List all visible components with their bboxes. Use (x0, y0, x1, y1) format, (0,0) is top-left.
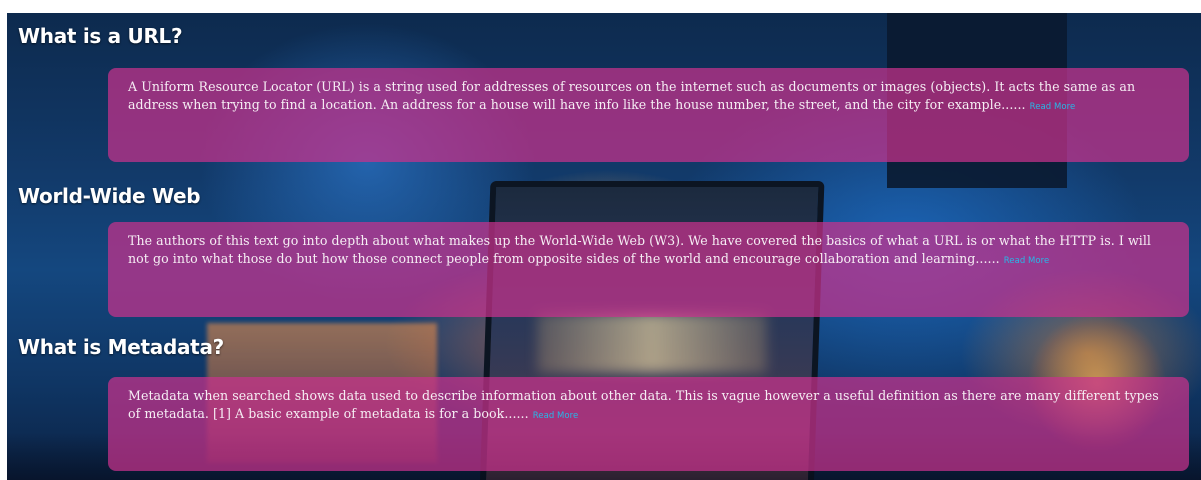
section-body-metadata: Metadata when searched shows data used t… (128, 388, 1159, 421)
section-text-metadata: Metadata when searched shows data used t… (128, 387, 1169, 425)
section-text-www: The authors of this text go into depth a… (128, 232, 1169, 270)
read-more-link-www[interactable]: Read More (1004, 256, 1050, 266)
section-card-www: The authors of this text go into depth a… (108, 222, 1189, 317)
section-heading-url: What is a URL? (18, 24, 183, 48)
section-body-url: A Uniform Resource Locator (URL) is a st… (128, 79, 1136, 112)
page-content: What is a URL? A Uniform Resource Locato… (0, 0, 1201, 480)
section-text-url: A Uniform Resource Locator (URL) is a st… (128, 78, 1169, 116)
section-card-url: A Uniform Resource Locator (URL) is a st… (108, 68, 1189, 162)
section-heading-metadata: What is Metadata? (18, 335, 224, 359)
section-heading-www: World-Wide Web (18, 184, 201, 208)
read-more-link-url[interactable]: Read More (1030, 102, 1076, 112)
section-card-metadata: Metadata when searched shows data used t… (108, 377, 1189, 471)
read-more-link-metadata[interactable]: Read More (533, 411, 579, 421)
section-body-www: The authors of this text go into depth a… (128, 233, 1152, 266)
